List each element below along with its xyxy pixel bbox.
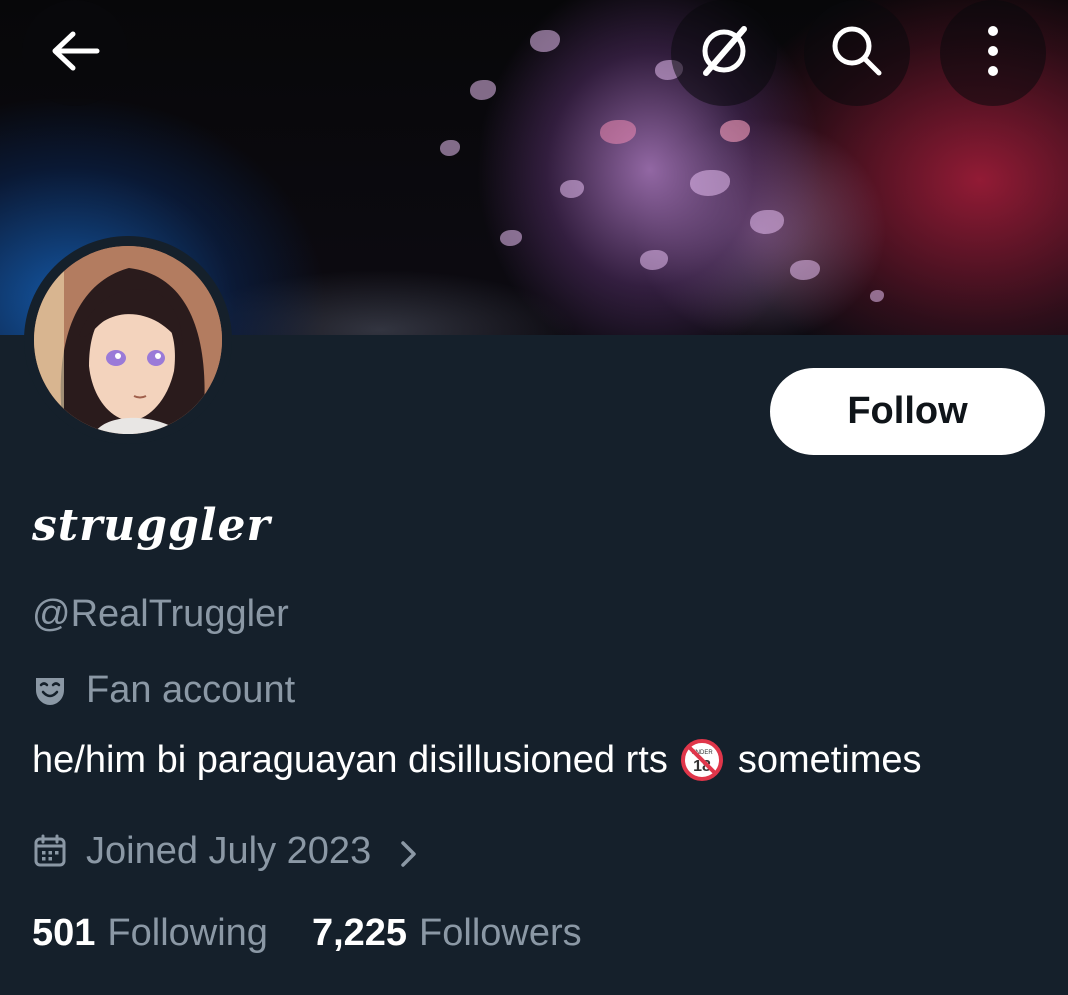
avatar[interactable] [24, 236, 232, 444]
profile-category: Fan account [32, 666, 295, 714]
calendar-icon [32, 833, 68, 869]
handle: @RealTruggler [32, 593, 289, 635]
arrow-left-icon [49, 30, 101, 76]
theater-masks-icon [32, 672, 68, 708]
chevron-right-icon [397, 836, 421, 867]
grok-button[interactable] [671, 0, 777, 106]
no-under-18-emoji-icon: UNDER 18 [680, 738, 724, 782]
following-count: 501 [32, 912, 96, 954]
followers-link[interactable]: 7,225 Followers [312, 912, 582, 955]
followers-label: Followers [419, 912, 582, 954]
search-button[interactable] [804, 0, 910, 106]
bio: he/him bi paraguayan disillusioned rts U… [32, 738, 922, 782]
follow-button[interactable]: Follow [770, 368, 1045, 455]
back-button[interactable] [22, 0, 128, 106]
bio-text-prefix: he/him bi paraguayan disillusioned rts [32, 738, 668, 781]
joined-date-label: Joined July 2023 [86, 829, 372, 872]
display-name: struggler [32, 500, 271, 551]
joined-date-row[interactable]: Joined July 2023 [32, 826, 421, 876]
avatar-image [34, 246, 222, 434]
followers-count: 7,225 [311, 912, 408, 954]
following-link[interactable]: 501 Following [32, 912, 268, 955]
profile-category-label: Fan account [86, 668, 296, 711]
search-icon [827, 21, 887, 85]
more-options-button[interactable] [940, 0, 1046, 106]
bio-text-suffix: sometimes [737, 738, 922, 781]
grok-icon [694, 21, 754, 85]
more-vertical-icon [983, 23, 1003, 83]
follow-stats: 501 Following 7,225 Followers [32, 912, 582, 955]
following-label: Following [107, 912, 268, 954]
